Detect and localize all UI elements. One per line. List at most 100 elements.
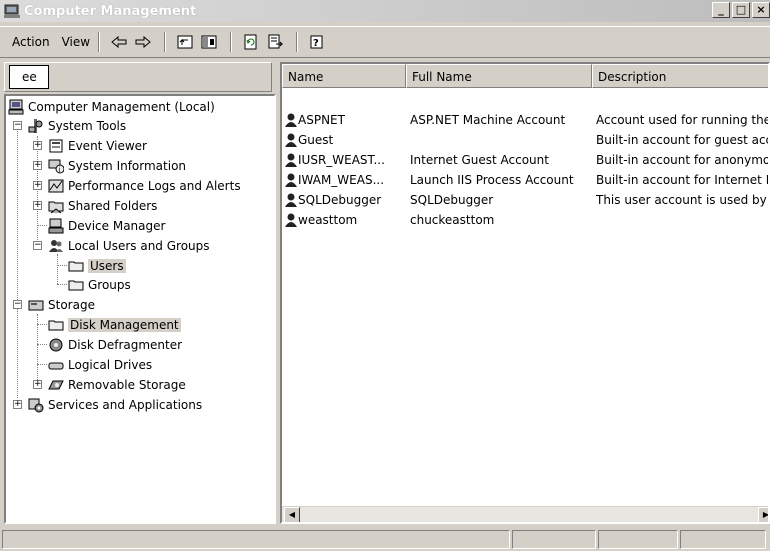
tree-node-shared-folders[interactable]: Shared Folders — [48, 197, 157, 215]
table-row[interactable]: ASPNET ASP.NET Machine Account Account u… — [282, 110, 768, 130]
show-hide-tree-icon[interactable] — [198, 31, 220, 53]
services-applications-icon — [28, 397, 44, 413]
status-panel — [512, 530, 596, 549]
tree-tab-bar: ee — [4, 62, 272, 92]
window-title: Computer Management — [24, 3, 197, 19]
tree-label-services-applications: Services and Applications — [48, 398, 203, 412]
table-row[interactable]: IWAM_WEAS... Launch IIS Process Account … — [282, 170, 768, 190]
toolbar-separator — [296, 32, 299, 52]
tree-label-users: Users — [88, 259, 126, 273]
table-row[interactable]: Guest Built-in account for guest acc — [282, 130, 768, 150]
shared-folder-icon — [48, 198, 64, 214]
user-icon — [282, 132, 298, 148]
tree-node-storage[interactable]: Storage — [28, 296, 95, 314]
collapse-toggle[interactable]: − — [13, 300, 22, 309]
tree-node-disk-defragmenter[interactable]: Disk Defragmenter — [48, 336, 182, 354]
tree-node-event-viewer[interactable]: Event Viewer — [48, 137, 147, 155]
table-row[interactable]: IUSR_WEAST... Internet Guest Account Bui… — [282, 150, 768, 170]
up-folder-icon[interactable] — [174, 31, 196, 53]
tree-label-removable-storage: Removable Storage — [68, 378, 186, 392]
minimize-button[interactable]: _ — [712, 2, 730, 18]
toolbar-separator — [98, 32, 101, 52]
tree-node-performance-logs[interactable]: Performance Logs and Alerts — [48, 177, 241, 195]
column-header-full-name[interactable]: Full Name — [406, 64, 592, 88]
forward-arrow-icon[interactable] — [132, 31, 154, 53]
toolbar-separator — [164, 32, 167, 52]
scroll-right-arrow-icon[interactable]: ▶ — [758, 507, 768, 522]
tree-tab-label: ee — [22, 70, 37, 84]
menu-action[interactable]: Action — [12, 35, 50, 49]
user-icon — [282, 152, 298, 168]
tree-node-system-information[interactable]: i System Information — [48, 157, 186, 175]
toolbar-separator — [230, 32, 233, 52]
title-bar[interactable]: Computer Management _ □ × — [0, 0, 770, 22]
expand-toggle[interactable]: + — [33, 161, 42, 170]
table-row[interactable]: SQLDebugger SQLDebugger This user accoun… — [282, 190, 768, 210]
expand-toggle[interactable]: + — [13, 400, 22, 409]
column-header-description[interactable]: Description — [592, 64, 768, 88]
tree-node-services-applications[interactable]: Services and Applications — [28, 396, 202, 414]
scroll-left-arrow-icon[interactable]: ◀ — [284, 507, 300, 522]
cell-description: Built-in account for guest acc — [596, 133, 768, 147]
tree-label-disk-management: Disk Management — [68, 318, 181, 332]
svg-text:?: ? — [313, 38, 319, 49]
storage-icon — [28, 297, 44, 313]
menu-view[interactable]: View — [62, 35, 90, 49]
collapse-toggle[interactable]: − — [33, 241, 42, 250]
tree-label-system-tools: System Tools — [48, 119, 127, 133]
tree-node-logical-drives[interactable]: Logical Drives — [48, 356, 152, 374]
tree-label-performance-logs: Performance Logs and Alerts — [68, 179, 241, 193]
details-pane[interactable]: Name Full Name Description ASPNET ASP.NE… — [280, 62, 770, 524]
tree-label-local-users-groups: Local Users and Groups — [68, 239, 210, 253]
table-row[interactable]: weasttom chuckeasttom — [282, 210, 768, 230]
tree-tab[interactable]: ee — [9, 65, 49, 89]
expand-toggle[interactable]: + — [33, 380, 42, 389]
cell-description: Built-in account for anonymo — [596, 153, 768, 167]
expand-toggle[interactable]: + — [33, 181, 42, 190]
tree-label-event-viewer: Event Viewer — [68, 139, 147, 153]
tree-pane: ee Computer Management (Local) − System … — [4, 62, 276, 524]
disk-defragmenter-icon — [48, 337, 64, 353]
disk-management-icon — [48, 317, 64, 333]
cell-description: This user account is used by — [596, 193, 767, 207]
export-list-icon[interactable] — [264, 31, 286, 53]
menu-toolbar: Action View ? — [0, 26, 770, 58]
removable-storage-icon — [48, 377, 64, 393]
refresh-icon[interactable] — [240, 31, 262, 53]
svg-text:i: i — [59, 166, 61, 174]
maximize-button[interactable]: □ — [732, 2, 750, 18]
tree-node-disk-management[interactable]: Disk Management — [48, 316, 181, 334]
console-tree[interactable]: Computer Management (Local) − System Too… — [4, 94, 276, 524]
tree-node-local-users-groups[interactable]: Local Users and Groups — [48, 237, 210, 255]
tree-label-root: Computer Management (Local) — [28, 100, 215, 114]
back-arrow-icon[interactable] — [108, 31, 130, 53]
tools-icon — [28, 118, 44, 134]
expand-toggle[interactable]: + — [33, 141, 42, 150]
list-header: Name Full Name Description — [282, 64, 768, 88]
tree-node-device-manager[interactable]: Device Manager — [48, 217, 165, 235]
tree-node-root[interactable]: Computer Management (Local) — [8, 98, 215, 116]
users-groups-icon — [48, 238, 64, 254]
collapse-toggle[interactable]: − — [13, 121, 22, 130]
tree-label-system-information: System Information — [68, 159, 187, 173]
tree-label-shared-folders: Shared Folders — [68, 199, 158, 213]
tree-label-disk-defragmenter: Disk Defragmenter — [68, 338, 183, 352]
tree-label-logical-drives: Logical Drives — [68, 358, 153, 372]
status-panel — [598, 530, 678, 549]
system-information-icon: i — [48, 158, 65, 174]
close-button[interactable]: × — [752, 2, 770, 18]
cell-full-name: Launch IIS Process Account — [410, 173, 574, 187]
tree-label-storage: Storage — [48, 298, 95, 312]
tree-node-users[interactable]: Users — [68, 257, 126, 275]
tree-node-groups[interactable]: Groups — [68, 276, 131, 294]
folder-icon — [68, 277, 84, 293]
event-viewer-icon — [48, 138, 64, 154]
column-header-name[interactable]: Name — [282, 64, 406, 88]
cell-full-name: ASP.NET Machine Account — [410, 113, 566, 127]
help-icon[interactable]: ? — [306, 31, 328, 53]
tree-node-removable-storage[interactable]: Removable Storage — [48, 376, 186, 394]
computer-management-icon — [4, 4, 20, 18]
horizontal-scrollbar[interactable]: ◀ ▶ — [282, 506, 768, 522]
expand-toggle[interactable]: + — [33, 201, 42, 210]
tree-node-system-tools[interactable]: System Tools — [28, 117, 126, 135]
